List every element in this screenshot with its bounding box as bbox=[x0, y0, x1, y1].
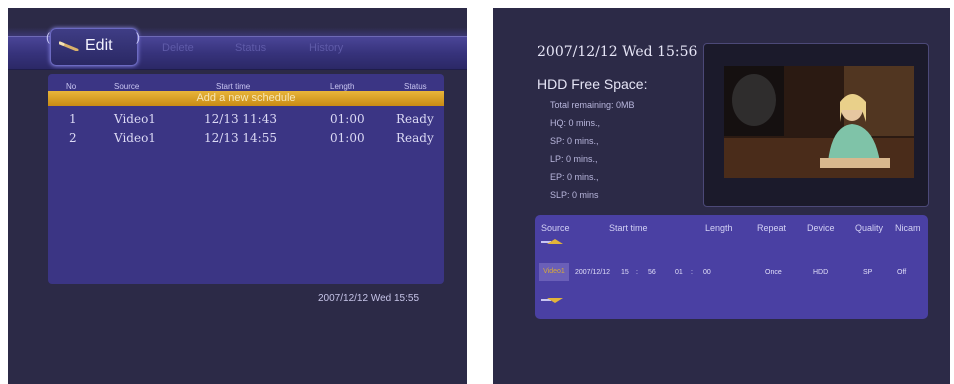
schedule-editor: Source Start time Length Repeat Device Q… bbox=[535, 215, 928, 319]
device-field[interactable]: HDD bbox=[813, 269, 828, 276]
column-header-source: Source bbox=[114, 82, 140, 91]
tab-edit-label: Edit bbox=[85, 37, 113, 54]
clock-text: 2007/12/12 Wed 15:55 bbox=[318, 293, 420, 304]
row-2-start: 12/13 14:55 bbox=[204, 131, 277, 145]
schedule-edit-screen: 2007/12/12 Wed 15:56 HDD Free Space: Tot… bbox=[493, 8, 950, 384]
tab-status[interactable]: Status bbox=[235, 42, 266, 54]
row-2-no: 2 bbox=[69, 131, 77, 145]
tab-history[interactable]: History bbox=[309, 42, 343, 54]
source-selector[interactable]: Video1 bbox=[539, 263, 569, 281]
video-scene-image bbox=[724, 66, 914, 178]
header-start-time: Start time bbox=[609, 223, 648, 233]
column-header-start-time: Start time bbox=[216, 82, 251, 91]
length-hour-field[interactable]: 01 bbox=[675, 269, 683, 276]
header-nicam: Nicam bbox=[895, 223, 921, 233]
schedule-table: No Source Start time Length Status Add a… bbox=[48, 74, 444, 284]
hdd-ep: EP: 0 mins., bbox=[550, 172, 599, 182]
time-separator: : bbox=[636, 269, 638, 276]
column-header-length: Length bbox=[330, 82, 355, 91]
header-device: Device bbox=[807, 223, 835, 233]
add-schedule-row[interactable]: Add a new schedule bbox=[48, 91, 444, 106]
row-1-start: 12/13 11:43 bbox=[204, 112, 277, 126]
up-arrow-icon[interactable] bbox=[541, 239, 569, 245]
schedule-list-screen: Edit ( ) Delete Status History No Source… bbox=[8, 8, 467, 384]
header-length: Length bbox=[705, 223, 733, 233]
row-1-source: Video1 bbox=[114, 112, 156, 126]
hdd-sp: SP: 0 mins., bbox=[550, 136, 599, 146]
hdd-free-space-title: HDD Free Space: bbox=[537, 76, 648, 92]
video-preview bbox=[724, 66, 914, 178]
pencil-icon bbox=[59, 41, 79, 51]
nicam-field[interactable]: Off bbox=[897, 269, 906, 276]
column-header-status: Status bbox=[404, 82, 427, 91]
clock-text: 2007/12/12 Wed 15:56 bbox=[537, 44, 698, 60]
start-minute-field[interactable]: 56 bbox=[648, 269, 656, 276]
hdd-lp: LP: 0 mins., bbox=[550, 154, 598, 164]
tab-edit[interactable]: Edit bbox=[50, 28, 138, 66]
hdd-slp: SLP: 0 mins bbox=[550, 190, 599, 200]
start-date-field[interactable]: 2007/12/12 bbox=[575, 269, 610, 276]
repeat-field[interactable]: Once bbox=[765, 269, 782, 276]
row-2-source: Video1 bbox=[114, 131, 156, 145]
row-2-status: Ready bbox=[396, 131, 434, 145]
row-1-status: Ready bbox=[396, 112, 434, 126]
down-arrow-icon[interactable] bbox=[541, 297, 569, 303]
row-1-length: 01:00 bbox=[330, 112, 365, 126]
header-quality: Quality bbox=[855, 223, 884, 233]
hdd-total-remaining: Total remaining: 0MB bbox=[550, 100, 635, 110]
header-source: Source bbox=[541, 223, 570, 233]
quality-field[interactable]: SP bbox=[863, 269, 872, 276]
length-separator: : bbox=[691, 269, 693, 276]
video-preview-frame bbox=[703, 43, 929, 207]
hdd-hq: HQ: 0 mins., bbox=[550, 118, 601, 128]
length-minute-field[interactable]: 00 bbox=[703, 269, 711, 276]
row-2-length: 01:00 bbox=[330, 131, 365, 145]
start-hour-field[interactable]: 15 bbox=[621, 269, 629, 276]
tab-delete[interactable]: Delete bbox=[162, 42, 194, 54]
header-repeat: Repeat bbox=[757, 223, 787, 233]
row-1-no: 1 bbox=[69, 112, 77, 126]
brace-left-icon: ( bbox=[46, 30, 50, 44]
column-header-no: No bbox=[66, 82, 77, 91]
brace-right-icon: ) bbox=[136, 30, 140, 44]
